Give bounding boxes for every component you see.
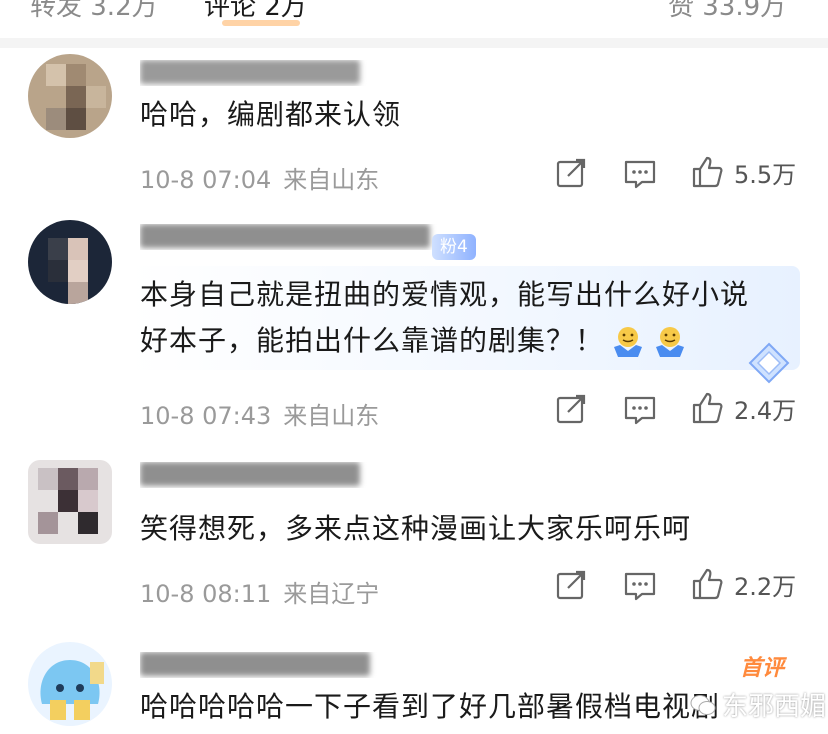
thumbs-up-icon: [692, 568, 723, 600]
diamond-decoration-icon: [748, 342, 790, 384]
username-blurred[interactable]: [140, 652, 380, 678]
like-count: 2.4万: [734, 396, 797, 425]
username-blurred[interactable]: [140, 462, 370, 488]
wechat-icon: [690, 694, 716, 715]
watermark-text: 东邪西媚: [722, 692, 827, 722]
like-button[interactable]: 2.4万: [690, 390, 796, 426]
avatar[interactable]: [28, 642, 112, 726]
like-button[interactable]: 5.5万: [690, 154, 796, 190]
comment-text: 哈哈，编剧都来认领: [140, 98, 402, 131]
comment-text-line2: 好本子，能拍出什么靠谱的剧集？！: [140, 324, 605, 357]
comment-location: 来自山东: [283, 166, 380, 194]
comment-date: 10-8 08:11: [140, 580, 272, 608]
comment-meta: 10-8 08:11 来自辽宁: [140, 574, 379, 609]
shrug-emoji-icon: [614, 327, 643, 357]
comment-date: 10-8 07:43: [140, 402, 272, 430]
like-count: 2.2万: [734, 572, 797, 601]
active-tab-indicator: [222, 20, 300, 26]
share-icon[interactable]: [554, 568, 590, 604]
tab-likes[interactable]: 赞 33.9万: [668, 0, 786, 23]
avatar[interactable]: [28, 54, 112, 138]
comment-text: 笑得想死，多来点这种漫画让大家乐呵乐呵: [140, 512, 692, 545]
thumbs-up-icon: [692, 392, 723, 424]
username-blurred[interactable]: [140, 60, 370, 86]
comment-icon[interactable]: [622, 392, 658, 428]
fan-badge: 粉4: [432, 234, 476, 260]
tab-reposts[interactable]: 转发 3.2万: [30, 0, 158, 23]
shrug-emoji-icon: [656, 327, 685, 357]
tab-separator: [0, 38, 828, 48]
comment-text-line1: 本身自己就是扭曲的爱情观，能写出什么好小说: [140, 278, 750, 311]
comment-bubble: 本身自己就是扭曲的爱情观，能写出什么好小说 好本子，能拍出什么靠谱的剧集？！: [128, 266, 800, 384]
like-button[interactable]: 2.2万: [690, 566, 796, 602]
comment-date: 10-8 07:04: [140, 166, 272, 194]
thumbs-up-icon: [692, 156, 723, 188]
like-count: 5.5万: [734, 160, 797, 189]
avatar[interactable]: [28, 460, 112, 544]
first-comment-badge: 首评: [740, 656, 785, 681]
comment-icon[interactable]: [622, 156, 658, 192]
share-icon[interactable]: [554, 392, 590, 428]
cartoon-avatar-icon: [40, 660, 104, 720]
avatar[interactable]: [28, 220, 112, 304]
comment-icon[interactable]: [622, 568, 658, 604]
share-icon[interactable]: [554, 156, 590, 192]
watermark: 东邪西媚: [690, 686, 826, 723]
stats-tab-bar: 转发 3.2万 评论 2万 赞 33.9万: [0, 0, 828, 26]
comment-location: 来自山东: [283, 402, 380, 430]
comment-text: 哈哈哈哈哈一下子看到了好几部暑假档电视剧: [140, 690, 721, 723]
comment-location: 来自辽宁: [283, 580, 380, 608]
comment-meta: 10-8 07:04 来自山东: [140, 160, 379, 195]
comment-meta: 10-8 07:43 来自山东: [140, 396, 379, 431]
